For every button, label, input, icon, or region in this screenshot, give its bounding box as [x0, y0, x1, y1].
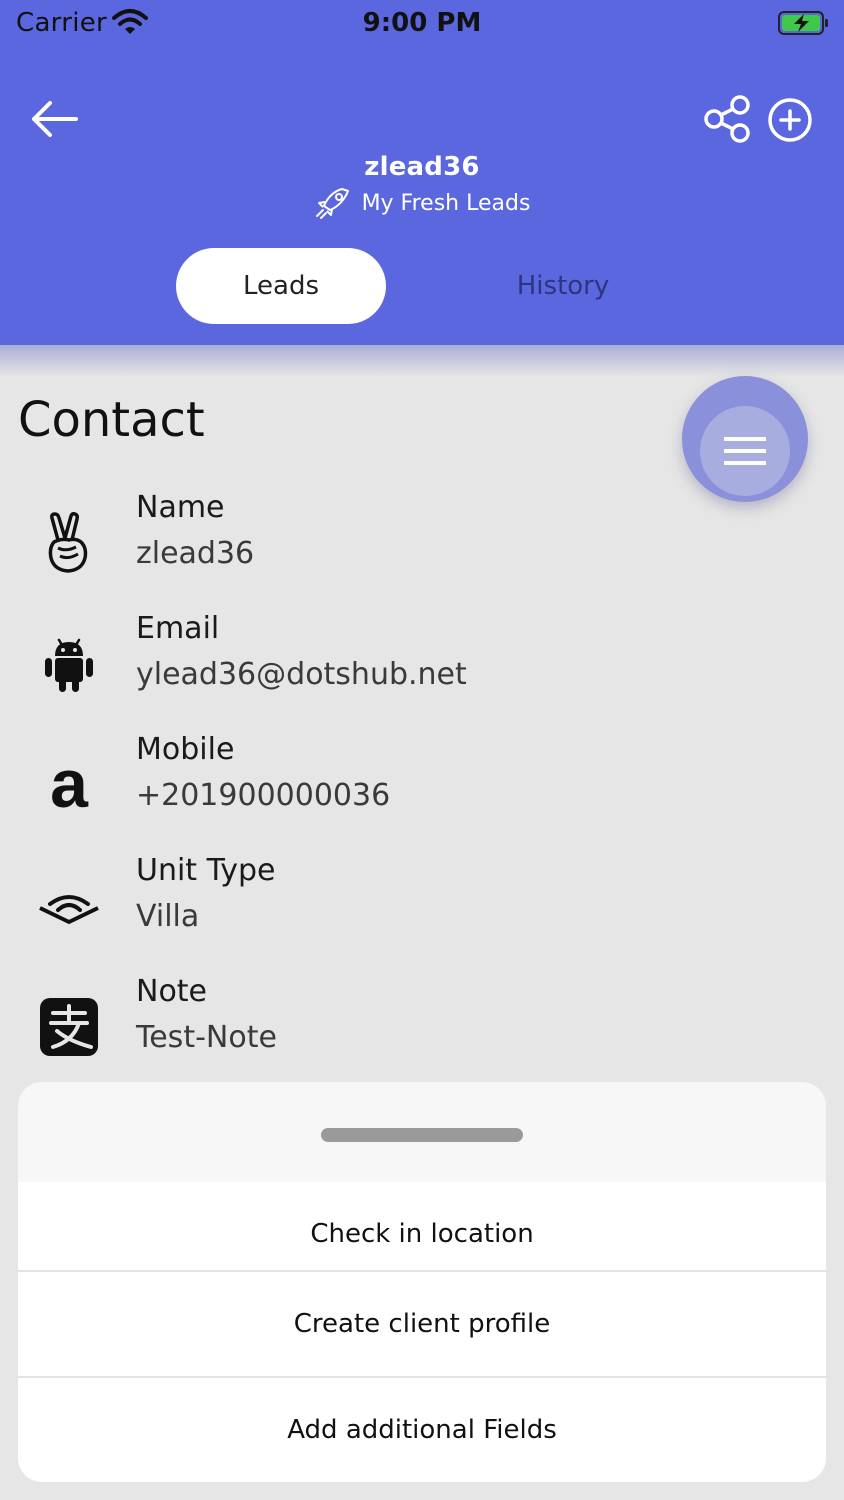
- menu-fab-button[interactable]: [700, 406, 790, 496]
- field-value: Villa: [136, 899, 200, 934]
- field-value: Test-Note: [136, 1020, 277, 1055]
- field-label: Name: [136, 490, 225, 525]
- share-button[interactable]: [702, 94, 752, 144]
- field-value: +201900000036: [136, 778, 391, 813]
- field-name: Name zlead36: [0, 490, 844, 590]
- add-additional-fields-button[interactable]: Add additional Fields: [18, 1378, 826, 1482]
- battery-charging-icon: [778, 10, 830, 40]
- field-mobile: a Mobile +201900000036: [0, 732, 844, 832]
- field-label: Note: [136, 974, 208, 1009]
- android-icon: [36, 631, 102, 697]
- action-bottom-sheet: Check in location Create client profile …: [18, 1082, 826, 1482]
- hamburger-icon: [724, 437, 766, 465]
- subtitle-label: My Fresh Leads: [361, 190, 531, 216]
- field-value: zlead36: [136, 536, 255, 571]
- audible-icon: [36, 873, 102, 939]
- field-unit-type: Unit Type Villa: [0, 853, 844, 953]
- alipay-icon: [36, 994, 102, 1060]
- field-label: Email: [136, 611, 220, 646]
- tab-leads[interactable]: Leads: [176, 248, 386, 324]
- share-icon: [704, 95, 750, 143]
- amazon-icon: a: [36, 752, 102, 818]
- status-bar: Carrier 9:00 PM: [0, 0, 844, 48]
- plus-circle-icon: [768, 98, 812, 142]
- section-title: Contact: [18, 392, 205, 448]
- sheet-drag-handle[interactable]: [321, 1128, 523, 1142]
- create-client-profile-button[interactable]: Create client profile: [18, 1272, 826, 1376]
- back-button[interactable]: [26, 96, 82, 142]
- svg-text:a: a: [50, 755, 89, 815]
- header: Carrier 9:00 PM zlead36 My Fresh Leads L…: [0, 0, 844, 345]
- field-label: Mobile: [136, 732, 235, 767]
- lead-title: zlead36: [364, 152, 480, 182]
- field-email: Email ylead36@dotshub.net: [0, 611, 844, 711]
- header-shadow: [0, 345, 844, 377]
- rocket-icon: [315, 188, 349, 219]
- field-note: Note Test-Note: [0, 974, 844, 1074]
- add-button[interactable]: [766, 96, 814, 144]
- field-value: ylead36@dotshub.net: [136, 657, 467, 692]
- clock: 9:00 PM: [362, 8, 482, 38]
- field-label: Unit Type: [136, 853, 276, 888]
- peace-hand-icon: [36, 510, 102, 576]
- tab-history[interactable]: History: [458, 248, 668, 324]
- lead-detail-screen: Carrier 9:00 PM zlead36 My Fresh Leads L…: [0, 0, 844, 1500]
- lead-subtitle: My Fresh Leads: [0, 186, 844, 220]
- arrow-left-icon: [32, 101, 78, 137]
